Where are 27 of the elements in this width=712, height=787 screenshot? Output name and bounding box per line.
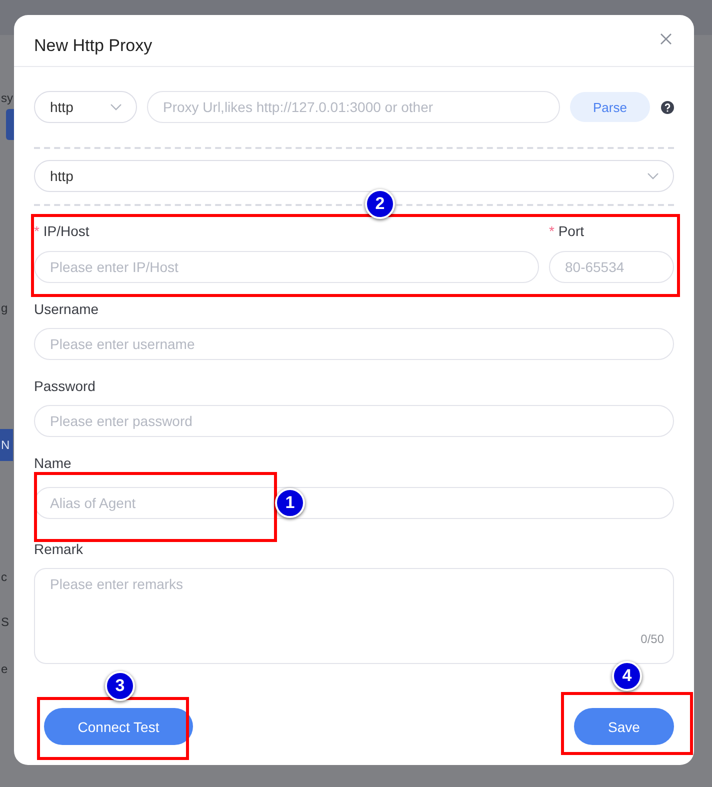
text-field[interactable]: Please enter password: [34, 405, 674, 437]
text-field[interactable]: Please enter IP/Host: [34, 251, 539, 283]
background-text: g: [1, 300, 8, 317]
field-label: Username: [34, 301, 100, 317]
background-text: S: [1, 614, 10, 631]
background-text: e: [1, 661, 8, 678]
character-counter: 0/50: [640, 632, 664, 646]
proxy-url-field[interactable]: Proxy Url,likes http://127.0.01:3000 or other: [147, 91, 560, 123]
background-text: sy: [1, 90, 13, 107]
field-label: * IP/Host: [34, 223, 90, 239]
save-button[interactable]: Save: [574, 708, 674, 745]
field-label: Password: [34, 378, 96, 394]
field-label: Remark: [34, 541, 84, 557]
text-field[interactable]: Please enter username: [34, 328, 674, 360]
help-icon[interactable]: [661, 100, 674, 114]
background-text: c: [1, 569, 7, 586]
protocol-select[interactable]: http: [34, 160, 674, 192]
protocol-select[interactable]: http: [34, 91, 137, 123]
text-field[interactable]: 80-65534: [549, 251, 674, 283]
dialog-title: New Http Proxy: [34, 36, 152, 56]
field-label: Name: [34, 455, 72, 471]
field-label: * Port: [549, 223, 586, 239]
chevron-down-icon: [647, 172, 659, 180]
chevron-down-icon: [110, 103, 122, 111]
connect-test-button[interactable]: Connect Test: [44, 708, 193, 745]
close-icon[interactable]: [660, 32, 672, 44]
parse-button[interactable]: Parse: [570, 92, 650, 122]
